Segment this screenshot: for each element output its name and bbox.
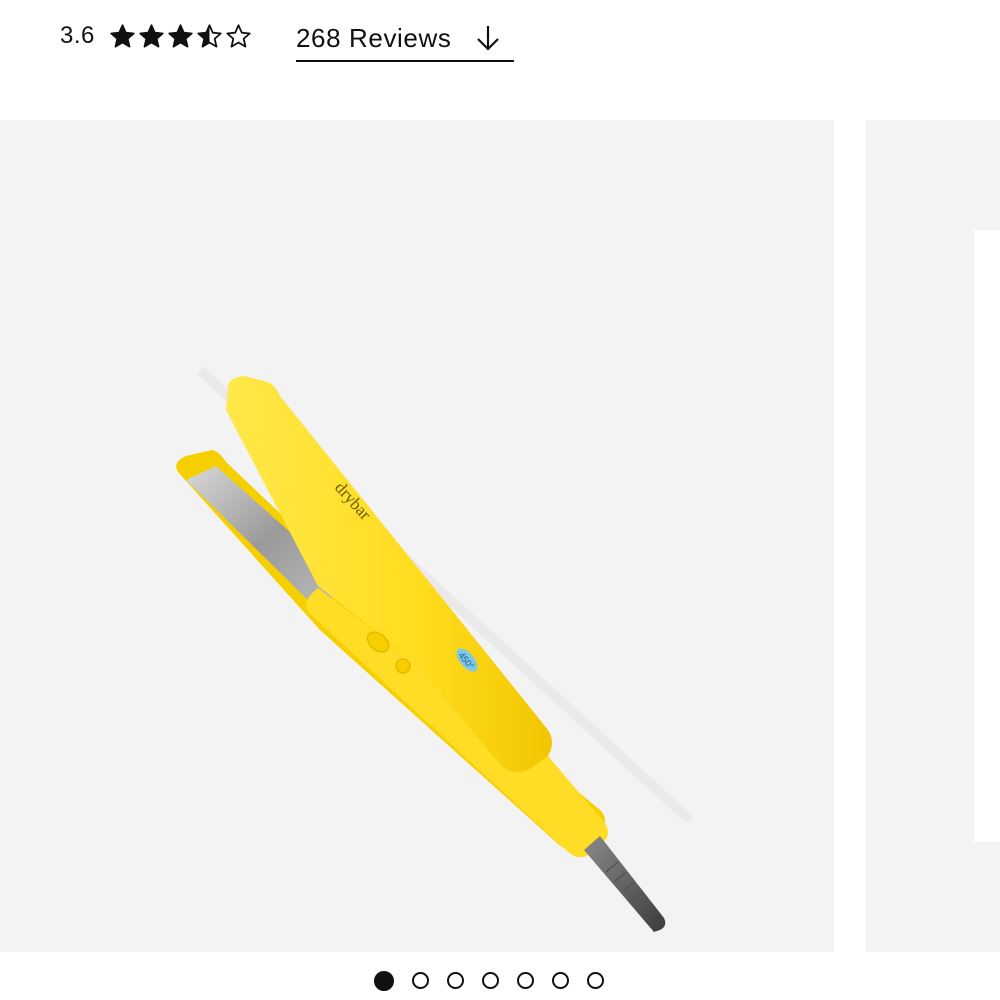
reviews-link[interactable]: 268 Reviews <box>296 16 514 62</box>
gallery-dot-1[interactable] <box>374 971 394 991</box>
gallery-dot-5[interactable] <box>517 972 534 989</box>
full-star-icon <box>168 23 193 48</box>
gallery-dot-2[interactable] <box>412 972 429 989</box>
full-star-icon <box>139 23 164 48</box>
next-slide-image <box>974 230 1000 842</box>
product-image-slide[interactable]: 450° drybar <box>0 120 834 952</box>
empty-star-icon <box>226 23 251 48</box>
next-slide-preview[interactable] <box>866 120 1000 952</box>
rating-value: 3.6 <box>60 22 95 49</box>
gallery-dot-3[interactable] <box>447 972 464 989</box>
arrow-down-icon <box>477 26 500 51</box>
half-star-icon <box>197 23 222 48</box>
hair-straightener-image: 450° drybar <box>176 366 694 932</box>
gallery-dot-6[interactable] <box>552 972 569 989</box>
star-rating <box>109 23 252 50</box>
gallery-pagination <box>374 971 604 991</box>
gallery-dot-4[interactable] <box>482 972 499 989</box>
rating-summary: 3.6 <box>60 14 252 58</box>
reviews-count-label: 268 Reviews <box>296 22 452 53</box>
gallery-dot-7[interactable] <box>587 972 604 989</box>
product-page: 3.6 268 Reviews 450° drybar <box>0 0 1000 1000</box>
full-star-icon <box>110 23 135 48</box>
